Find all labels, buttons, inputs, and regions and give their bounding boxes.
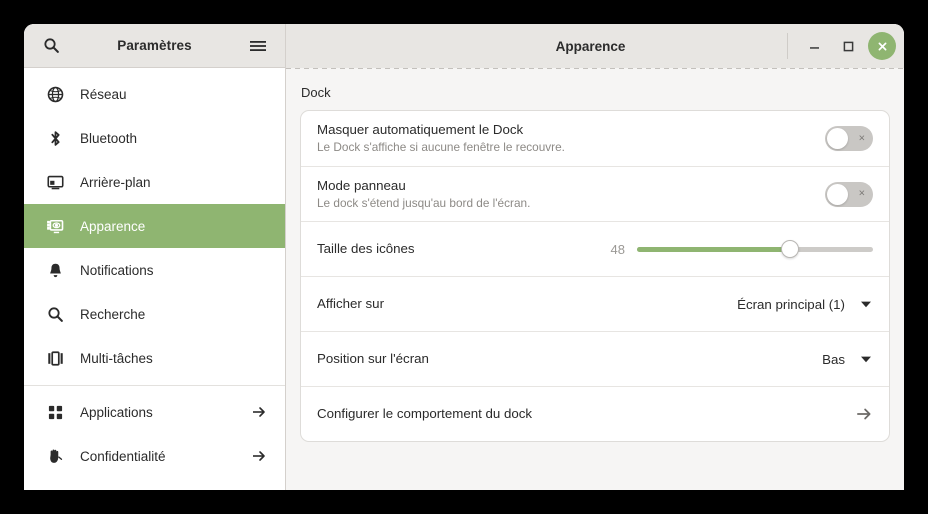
content-pane: Apparence Dock Masquer automatiquement l… <box>286 24 904 490</box>
close-button[interactable] <box>868 32 896 60</box>
sidebar-item-reseau[interactable]: Réseau <box>24 72 285 116</box>
arrow-right-icon <box>251 404 267 420</box>
sidebar-item-arriere-plan[interactable]: Arrière-plan <box>24 160 285 204</box>
chevron-down-icon <box>859 297 873 311</box>
content-header: Apparence <box>286 24 904 68</box>
row-title: Configurer le comportement du dock <box>317 406 533 422</box>
sidebar-nav-list: Réseau Bluetooth Arrière-plan Apparence … <box>24 68 285 490</box>
row-subtitle: Le dock s'étend jusqu'au bord de l'écran… <box>317 195 531 210</box>
sidebar-item-label: Recherche <box>80 306 146 322</box>
row-texts: Mode panneau Le dock s'étend jusqu'au bo… <box>317 168 825 221</box>
row-texts: Taille des icônes <box>317 231 605 267</box>
bluetooth-icon <box>46 129 64 147</box>
icon-size-value: 48 <box>610 241 625 257</box>
section-title-dock: Dock <box>301 85 331 100</box>
show-on-dropdown[interactable]: Écran principal (1) <box>737 297 873 312</box>
sidebar-title: Paramètres <box>117 38 192 53</box>
row-texts: Configurer le comportement du dock <box>317 396 855 432</box>
slider-fill <box>637 246 791 252</box>
row-configure-dock-behavior[interactable]: Configurer le comportement du dock <box>301 386 889 441</box>
sidebar-item-notifications[interactable]: Notifications <box>24 248 285 292</box>
multitasking-icon <box>46 349 64 367</box>
autohide-toggle[interactable]: × <box>825 126 873 151</box>
settings-window: Paramètres Réseau Bluetooth Arrière-plan… <box>24 24 904 490</box>
sidebar-item-label: Multi-tâches <box>80 350 153 366</box>
sidebar-item-label: Applications <box>80 404 153 420</box>
icon-size-slider[interactable] <box>637 239 873 259</box>
hamburger-menu-icon[interactable] <box>245 33 271 59</box>
row-texts: Masquer automatiquement le Dock Le Dock … <box>317 112 825 165</box>
sidebar-item-recherche[interactable]: Recherche <box>24 292 285 336</box>
appearance-icon <box>46 217 64 235</box>
sidebar-item-bluetooth[interactable]: Bluetooth <box>24 116 285 160</box>
sidebar-item-applications[interactable]: Applications <box>24 390 285 434</box>
hand-privacy-icon <box>46 447 64 465</box>
sidebar-separator <box>24 385 285 386</box>
screen-position-dropdown[interactable]: Bas <box>822 352 873 367</box>
globe-icon <box>46 85 64 103</box>
arrow-right-icon <box>855 405 873 423</box>
toggle-knob <box>827 128 848 149</box>
sidebar-item-confidentialite[interactable]: Confidentialité <box>24 434 285 478</box>
sidebar-item-multi-taches[interactable]: Multi-tâches <box>24 336 285 380</box>
chevron-down-icon <box>859 352 873 366</box>
sidebar-item-label: Confidentialité <box>80 448 166 464</box>
row-panel-mode[interactable]: Mode panneau Le dock s'étend jusqu'au bo… <box>301 166 889 221</box>
grid-apps-icon <box>46 403 64 421</box>
arrow-right-icon <box>251 448 267 464</box>
window-controls <box>787 32 896 60</box>
sidebar-item-label: Notifications <box>80 262 154 278</box>
sidebar-item-label: Réseau <box>80 86 127 102</box>
sidebar-item-label: Apparence <box>80 218 146 234</box>
settings-scroll-area[interactable]: Dock Masquer automatiquement le Dock Le … <box>286 69 904 490</box>
sidebar-header: Paramètres <box>24 24 285 68</box>
sidebar-item-label: Bluetooth <box>80 130 138 146</box>
row-autohide-dock[interactable]: Masquer automatiquement le Dock Le Dock … <box>301 111 889 166</box>
icon-size-slider-group: 48 <box>605 239 873 259</box>
search-icon[interactable] <box>38 33 64 59</box>
row-texts: Afficher sur <box>317 286 737 322</box>
maximize-button[interactable] <box>834 32 862 60</box>
row-title: Afficher sur <box>317 296 385 312</box>
row-subtitle: Le Dock s'affiche si aucune fenêtre le r… <box>317 140 565 154</box>
row-show-on[interactable]: Afficher sur Écran principal (1) <box>301 276 889 331</box>
wallpaper-icon <box>46 173 64 191</box>
sidebar-item-apparence[interactable]: Apparence <box>24 204 285 248</box>
row-title: Mode panneau <box>317 177 406 193</box>
toggle-knob <box>827 183 848 205</box>
dock-settings-card: Masquer automatiquement le Dock Le Dock … <box>300 110 890 442</box>
screen-position-value: Bas <box>822 351 845 367</box>
bell-icon <box>46 261 64 279</box>
row-screen-position[interactable]: Position sur l'écran Bas <box>301 331 889 386</box>
row-title: Taille des icônes <box>317 241 415 257</box>
slider-handle[interactable] <box>781 240 800 258</box>
panel-mode-toggle[interactable]: × <box>825 181 873 207</box>
sidebar-item-label: Arrière-plan <box>80 174 151 190</box>
search-icon <box>46 305 64 323</box>
page-title: Apparence <box>555 38 626 54</box>
row-texts: Position sur l'écran <box>317 341 822 377</box>
row-icon-size: Taille des icônes 48 <box>301 221 889 276</box>
toggle-off-mark: × <box>858 187 865 200</box>
toggle-off-mark: × <box>858 132 865 144</box>
sidebar: Paramètres Réseau Bluetooth Arrière-plan… <box>24 24 286 490</box>
row-title: Masquer automatiquement le Dock <box>317 122 524 138</box>
minimize-button[interactable] <box>800 32 828 60</box>
show-on-value: Écran principal (1) <box>737 296 845 312</box>
row-title: Position sur l'écran <box>317 351 429 367</box>
